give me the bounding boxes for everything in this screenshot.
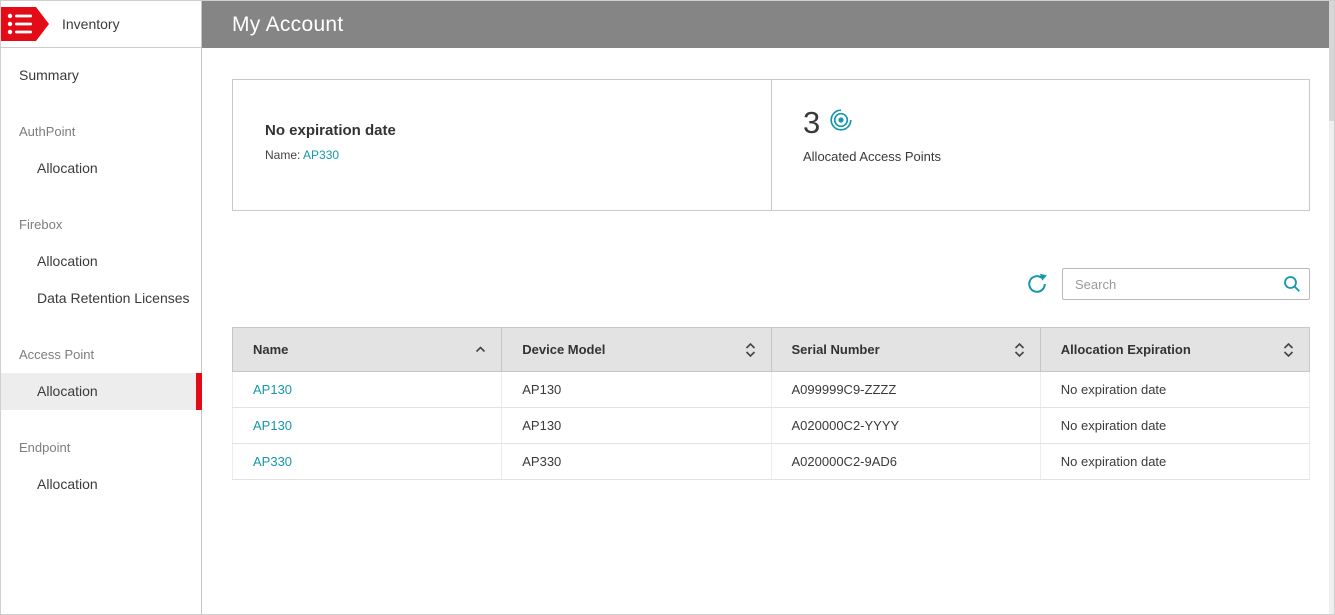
device-name-link[interactable]: AP330 [253, 454, 292, 469]
expiration-name-link[interactable]: AP330 [303, 148, 339, 162]
cell-allocation-expiration: No expiration date [1039, 371, 1311, 408]
sidebar-item-endpoint-allocation[interactable]: Allocation [1, 466, 201, 503]
column-header-allocation-expiration[interactable]: Allocation Expiration [1039, 327, 1311, 372]
cell-device-model: AP330 [501, 443, 772, 480]
column-label: Name [253, 342, 289, 357]
cell-name: AP130 [231, 371, 503, 408]
table-row: AP130 AP130 A020000C2-YYYY No expiration… [231, 407, 1311, 444]
column-header-serial-number[interactable]: Serial Number [770, 327, 1041, 372]
device-name-link[interactable]: AP130 [253, 382, 292, 397]
sidebar-item-summary[interactable]: Summary [1, 57, 201, 94]
access-point-icon [830, 109, 852, 131]
content-area: No expiration date Name: AP330 3 Allocat… [202, 48, 1334, 614]
refresh-button[interactable] [1025, 272, 1049, 296]
cell-name: AP330 [231, 443, 503, 480]
cell-device-model: AP130 [501, 371, 772, 408]
sidebar-section-access-point: Access Point [19, 347, 95, 362]
sidebar-item-firebox-allocation[interactable]: Allocation [1, 243, 201, 280]
page-header: My Account [202, 1, 1334, 48]
expiration-name-label: Name: [265, 148, 301, 162]
cell-name: AP130 [231, 407, 503, 444]
sort-ascending-icon [476, 346, 486, 353]
sort-both-icon [745, 342, 755, 357]
main-area: My Account No expiration date Name: AP33… [202, 1, 1334, 614]
inventory-list-logo-icon [1, 7, 49, 41]
table-toolbar [232, 268, 1310, 300]
device-name-link[interactable]: AP130 [253, 418, 292, 433]
scrollbar[interactable] [1329, 1, 1334, 614]
sidebar-title: Inventory [62, 16, 120, 32]
table-row: AP330 AP330 A020000C2-9AD6 No expiration… [231, 443, 1311, 480]
devices-table: Name Device Model Serial Number Allocati… [231, 327, 1311, 480]
column-label: Serial Number [791, 342, 880, 357]
allocated-count-label: Allocated Access Points [803, 149, 942, 164]
sidebar-item-authpoint-allocation[interactable]: Allocation [1, 150, 201, 187]
sidebar-section-endpoint: Endpoint [19, 440, 71, 455]
summary-cards: No expiration date Name: AP330 3 Allocat… [232, 79, 1310, 211]
sidebar-item-access-point-allocation[interactable]: Allocation [1, 373, 202, 410]
search-box [1062, 268, 1310, 300]
cell-allocation-expiration: No expiration date [1039, 443, 1311, 480]
column-label: Allocation Expiration [1060, 342, 1191, 357]
sidebar-nav: Summary AuthPoint Allocation Firebox All… [1, 48, 202, 503]
allocated-count: 3 [803, 105, 821, 140]
expiration-card-title: No expiration date [265, 122, 396, 139]
app-window: Inventory Summary AuthPoint Allocation F… [0, 0, 1335, 615]
sidebar-section-authpoint: AuthPoint [19, 124, 76, 139]
search-input[interactable] [1062, 268, 1310, 300]
sort-both-icon [1014, 342, 1024, 357]
cell-device-model: AP130 [501, 407, 772, 444]
refresh-icon [1028, 273, 1047, 293]
column-header-device-model[interactable]: Device Model [501, 327, 772, 372]
cell-allocation-expiration: No expiration date [1039, 407, 1311, 444]
logo-row: Inventory [1, 1, 201, 48]
table-header-row: Name Device Model Serial Number Allocati… [231, 327, 1311, 372]
expiration-card-name-row: Name: AP330 [265, 148, 771, 162]
scrollbar-thumb[interactable] [1329, 1, 1334, 121]
column-label: Device Model [522, 342, 606, 357]
cell-serial-number: A020000C2-9AD6 [770, 443, 1041, 480]
allocated-count-row: 3 [803, 106, 1309, 140]
column-header-name[interactable]: Name [231, 327, 503, 372]
table-row: AP130 AP130 A099999C9-ZZZZ No expiration… [231, 371, 1311, 408]
cell-serial-number: A099999C9-ZZZZ [770, 371, 1041, 408]
sidebar-section-firebox: Firebox [19, 217, 63, 232]
sort-both-icon [1283, 342, 1294, 357]
sidebar-item-data-retention-licenses[interactable]: Data Retention Licenses [1, 280, 201, 317]
page-title: My Account [232, 12, 344, 36]
expiration-card: No expiration date Name: AP330 [233, 80, 771, 210]
sidebar: Inventory Summary AuthPoint Allocation F… [1, 1, 202, 614]
allocated-card: 3 Allocated Access Points [771, 80, 1309, 210]
cell-serial-number: A020000C2-YYYY [770, 407, 1041, 444]
